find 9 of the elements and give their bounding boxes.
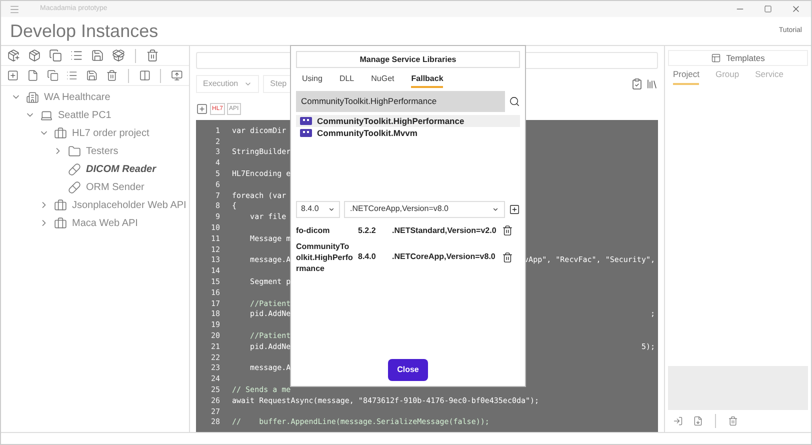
package-framework: .NETCoreApp,Version=v8.0 (392, 251, 496, 263)
package-version: 8.4.0 (358, 251, 377, 263)
package-name: CommunityToolkit.HighPerformance (296, 240, 354, 274)
page-title: Develop Instances (10, 20, 158, 43)
package-framework: .NETStandard,Version=v2.0 (392, 224, 498, 236)
package-name: fo-dicom (296, 225, 331, 236)
dialog-title: Manage Service Libraries (296, 51, 520, 68)
panel-title: Templates (726, 52, 765, 64)
package-version: 5.2.2 (358, 224, 377, 236)
